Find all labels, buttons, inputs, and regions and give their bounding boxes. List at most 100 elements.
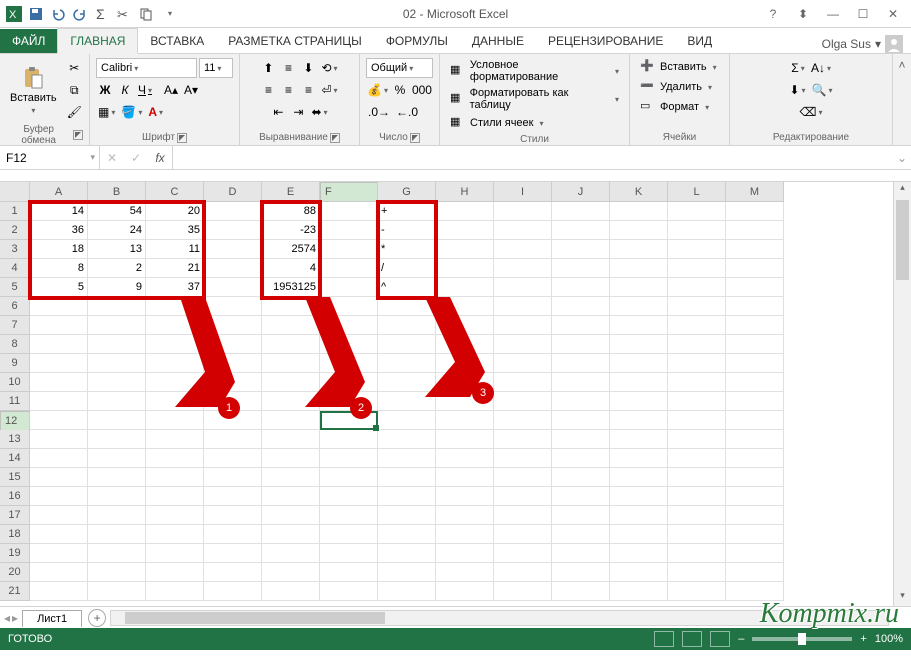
cell-M7[interactable] [726, 316, 784, 335]
formula-input[interactable] [173, 146, 893, 169]
italic-button[interactable]: К [116, 80, 134, 100]
cell-I21[interactable] [494, 582, 552, 601]
cell-G13[interactable] [378, 430, 436, 449]
cell-D2[interactable] [204, 221, 262, 240]
cell-K16[interactable] [610, 487, 668, 506]
cell-M3[interactable] [726, 240, 784, 259]
cell-K20[interactable] [610, 563, 668, 582]
format-as-table-button[interactable]: ▦Форматировать как таблицу [446, 86, 623, 112]
clear-button[interactable]: ⌫ [798, 102, 825, 122]
insert-function-button[interactable]: fx [148, 151, 172, 165]
cell-I15[interactable] [494, 468, 552, 487]
cell-K7[interactable] [610, 316, 668, 335]
cell-M12[interactable] [726, 411, 784, 430]
row-header-21[interactable]: 21 [0, 582, 30, 601]
row-header-17[interactable]: 17 [0, 506, 30, 525]
cell-K14[interactable] [610, 449, 668, 468]
cell-I16[interactable] [494, 487, 552, 506]
cell-I1[interactable] [494, 202, 552, 221]
find-select-button[interactable]: 🔍 [810, 80, 835, 100]
cell-J14[interactable] [552, 449, 610, 468]
cell-H8[interactable] [436, 335, 494, 354]
cell-K15[interactable] [610, 468, 668, 487]
cell-L15[interactable] [668, 468, 726, 487]
fill-color-button[interactable]: 🪣 [119, 102, 144, 122]
cell-B21[interactable] [88, 582, 146, 601]
cell-L14[interactable] [668, 449, 726, 468]
currency-button[interactable]: 💰 [366, 80, 389, 100]
alignment-launcher[interactable] [330, 133, 340, 143]
cell-B10[interactable] [88, 373, 146, 392]
cell-E16[interactable] [262, 487, 320, 506]
cell-M18[interactable] [726, 525, 784, 544]
cell-F10[interactable] [320, 373, 378, 392]
row-header-1[interactable]: 1 [0, 202, 30, 221]
increase-font-button[interactable]: A▴ [162, 80, 180, 100]
cell-J16[interactable] [552, 487, 610, 506]
cell-J21[interactable] [552, 582, 610, 601]
row-header-9[interactable]: 9 [0, 354, 30, 373]
cell-M10[interactable] [726, 373, 784, 392]
cell-M19[interactable] [726, 544, 784, 563]
cell-I12[interactable] [494, 411, 552, 430]
cell-G7[interactable] [378, 316, 436, 335]
cell-D4[interactable] [204, 259, 262, 278]
cell-L20[interactable] [668, 563, 726, 582]
cell-F1[interactable] [320, 202, 378, 221]
cell-C19[interactable] [146, 544, 204, 563]
cell-E10[interactable] [262, 373, 320, 392]
column-header-C[interactable]: C [146, 182, 204, 202]
cell-K3[interactable] [610, 240, 668, 259]
cell-J5[interactable] [552, 278, 610, 297]
row-header-19[interactable]: 19 [0, 544, 30, 563]
tab-home[interactable]: ГЛАВНАЯ [57, 28, 138, 54]
cell-M4[interactable] [726, 259, 784, 278]
cell-C7[interactable] [146, 316, 204, 335]
cell-D19[interactable] [204, 544, 262, 563]
tab-review[interactable]: РЕЦЕНЗИРОВАНИЕ [536, 29, 675, 53]
cell-E18[interactable] [262, 525, 320, 544]
maximize-icon[interactable]: ☐ [851, 4, 875, 24]
cell-M8[interactable] [726, 335, 784, 354]
cell-I13[interactable] [494, 430, 552, 449]
cell-L3[interactable] [668, 240, 726, 259]
cell-M11[interactable] [726, 392, 784, 411]
cell-K10[interactable] [610, 373, 668, 392]
align-middle-button[interactable]: ≡ [279, 58, 297, 78]
cell-F17[interactable] [320, 506, 378, 525]
cell-L5[interactable] [668, 278, 726, 297]
increase-decimal-button[interactable]: .0→ [366, 102, 392, 122]
cell-D16[interactable] [204, 487, 262, 506]
cell-D21[interactable] [204, 582, 262, 601]
cell-J1[interactable] [552, 202, 610, 221]
number-format-select[interactable]: Общий [366, 58, 433, 78]
decrease-decimal-button[interactable]: ←.0 [394, 102, 420, 122]
cell-L9[interactable] [668, 354, 726, 373]
name-box[interactable]: F12 [0, 146, 100, 169]
cell-F6[interactable] [320, 297, 378, 316]
cell-D17[interactable] [204, 506, 262, 525]
wrap-text-button[interactable]: ⏎ [319, 80, 339, 100]
page-layout-view-button[interactable] [682, 631, 702, 647]
column-header-F[interactable]: F [320, 182, 378, 202]
cell-H14[interactable] [436, 449, 494, 468]
cell-H9[interactable] [436, 354, 494, 373]
align-bottom-button[interactable]: ⬇ [299, 58, 317, 78]
cell-E14[interactable] [262, 449, 320, 468]
cell-M20[interactable] [726, 563, 784, 582]
tab-data[interactable]: ДАННЫЕ [460, 29, 536, 53]
cell-A9[interactable] [30, 354, 88, 373]
column-header-J[interactable]: J [552, 182, 610, 202]
cell-F15[interactable] [320, 468, 378, 487]
cell-C21[interactable] [146, 582, 204, 601]
merge-button[interactable]: ⬌ [309, 102, 329, 122]
align-left-button[interactable]: ≡ [259, 80, 277, 100]
cell-I19[interactable] [494, 544, 552, 563]
cell-G14[interactable] [378, 449, 436, 468]
cell-L12[interactable] [668, 411, 726, 430]
cell-C20[interactable] [146, 563, 204, 582]
cell-F9[interactable] [320, 354, 378, 373]
row-header-11[interactable]: 11 [0, 392, 30, 411]
cell-J20[interactable] [552, 563, 610, 582]
fill-button[interactable]: ⬇ [787, 80, 807, 100]
